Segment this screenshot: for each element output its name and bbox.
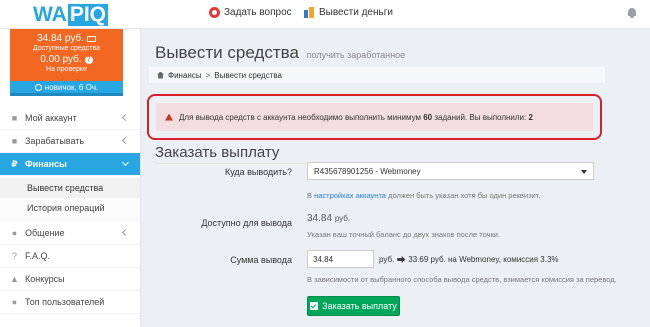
conversion-text: 33.69 руб. на Webmoney, комиссия 3.3% bbox=[408, 255, 559, 264]
page-title-text: Вывести средства bbox=[155, 43, 299, 62]
chevron-left-icon bbox=[121, 228, 130, 237]
sidebar-item-label: Мой аккаунт bbox=[25, 113, 77, 123]
sidebar: 34.84 руб. Доступные средства 0.00 руб. … bbox=[0, 29, 141, 327]
trophy-icon: ▲ bbox=[10, 273, 19, 284]
logo-text-piq: PIQ bbox=[67, 2, 108, 26]
chevron-left-icon bbox=[121, 136, 130, 145]
logo-text-wa: WA bbox=[32, 2, 67, 26]
balance-amount-row: 34.84 руб. bbox=[10, 33, 123, 44]
min-tasks-alert: Для вывода средств с аккаунта необходимо… bbox=[156, 103, 593, 131]
form-title: Заказать выплату bbox=[155, 144, 280, 161]
caret-down-icon bbox=[581, 170, 587, 174]
alert-min-tasks: 60 bbox=[423, 112, 433, 122]
chat-icon: ● bbox=[11, 227, 18, 238]
sidebar-item-label: Топ пользователей bbox=[25, 297, 105, 307]
ask-question-link[interactable]: Задать вопрос bbox=[209, 7, 292, 18]
sidebar-item-label: Финансы bbox=[25, 159, 67, 169]
conversion-info: руб. 33.69 руб. на Webmoney, комиссия 3.… bbox=[379, 255, 559, 264]
balance-box: 34.84 руб. Доступные средства 0.00 руб. … bbox=[10, 29, 123, 81]
available-help: Указан ваш точный баланс до двух знаков … bbox=[307, 230, 501, 239]
alert-done-tasks: 2 bbox=[528, 112, 533, 122]
briefcase-icon: ■ bbox=[11, 135, 18, 146]
warning-icon bbox=[165, 113, 173, 121]
sidebar-item-finance[interactable]: ₽ Финансы bbox=[0, 153, 140, 176]
breadcrumb-current: Вывести средства bbox=[214, 70, 282, 80]
page-title: Вывести средства получить заработанное bbox=[155, 43, 405, 63]
wallet-icon bbox=[304, 7, 315, 18]
breadcrumb-root[interactable]: Финансы bbox=[168, 71, 202, 80]
sidebar-item-faq[interactable]: ? F.A.Q. bbox=[0, 245, 140, 268]
sidebar-item-contests[interactable]: ▲ Конкурсы bbox=[0, 268, 140, 291]
help-icon[interactable]: ? bbox=[84, 55, 93, 64]
withdraw-money-label: Вывести деньги bbox=[319, 7, 393, 18]
rank-badge[interactable]: новичок, 6 Оч. bbox=[10, 81, 123, 96]
pending-caption: На проверке bbox=[46, 66, 87, 73]
ask-question-label: Задать вопрос bbox=[224, 7, 292, 18]
available-amount: 34.84 bbox=[307, 213, 333, 224]
destination-select[interactable]: R435678901256 - Webmoney bbox=[307, 162, 594, 180]
sidebar-item-label: Общение bbox=[25, 228, 65, 238]
users-icon: ● bbox=[11, 296, 18, 307]
sidebar-item-label: Конкурсы bbox=[25, 274, 65, 284]
pending-amount: 0.00 руб. bbox=[40, 54, 82, 65]
account-settings-link[interactable]: настройках аккаунта bbox=[314, 191, 386, 200]
amount-input[interactable]: 34.84 bbox=[307, 250, 374, 268]
alert-text: Для вывода средств с аккаунта необходимо… bbox=[179, 113, 533, 122]
user-icon: ■ bbox=[11, 112, 18, 123]
amount-help: В зависимости от выбранного способа выво… bbox=[307, 275, 617, 284]
question-icon: ? bbox=[11, 250, 17, 261]
available-unit: руб. bbox=[334, 214, 351, 223]
balance-caption: Доступные средства bbox=[33, 45, 100, 52]
sidebar-item-label: F.A.Q. bbox=[25, 251, 51, 261]
withdraw-money-link[interactable]: Вывести деньги bbox=[304, 7, 393, 18]
logo[interactable]: WA PIQ bbox=[0, 0, 141, 29]
sidebar-item-top-users[interactable]: ● Топ пользователей bbox=[0, 291, 140, 314]
balance-amount: 34.84 руб. bbox=[37, 33, 84, 44]
sidebar-item-label: Зарабатывать bbox=[25, 136, 85, 146]
rank-label: новичок, 6 Оч. bbox=[44, 82, 99, 92]
alert-text-before: Для вывода средств с аккаунта необходимо… bbox=[179, 112, 424, 122]
destination-label: Куда выводить? bbox=[224, 167, 292, 177]
amount-unit: руб. bbox=[379, 255, 395, 264]
home-icon bbox=[157, 71, 164, 79]
bell-icon[interactable] bbox=[627, 8, 637, 19]
destination-help-after: должен быть указан хотя бы один реквизит… bbox=[385, 191, 541, 200]
check-icon bbox=[310, 302, 319, 310]
sidebar-item-chat[interactable]: ● Общение bbox=[0, 222, 140, 245]
amount-label: Сумма вывода bbox=[230, 255, 292, 265]
sidebar-nav: ■ Мой аккаунт ■ Зарабатывать ₽ Финансы В… bbox=[0, 107, 140, 314]
available-value: 34.84 руб. bbox=[307, 213, 350, 224]
ruble-icon: ₽ bbox=[11, 158, 18, 169]
chevron-down-icon bbox=[121, 158, 130, 167]
sidebar-item-earn[interactable]: ■ Зарабатывать bbox=[0, 130, 140, 153]
destination-help: В настройках аккаунта должен быть указан… bbox=[307, 191, 540, 200]
available-label: Доступно для вывода bbox=[201, 218, 292, 228]
lifebuoy-icon bbox=[209, 7, 220, 18]
submenu-item-history[interactable]: История операций bbox=[0, 198, 140, 218]
main-content: Вывести средства получить заработанное Ф… bbox=[141, 29, 650, 327]
order-payout-button[interactable]: Заказать выплату bbox=[307, 296, 400, 316]
finance-submenu: Вывести средства История операций bbox=[0, 176, 140, 222]
circle-icon bbox=[34, 83, 42, 91]
destination-select-value: R435678901256 - Webmoney bbox=[314, 166, 421, 176]
alert-text-middle: заданий. Вы выполнили: bbox=[432, 112, 529, 122]
alert-highlight: Для вывода средств с аккаунта необходимо… bbox=[147, 94, 602, 140]
submenu-item-withdraw[interactable]: Вывести средства bbox=[0, 178, 140, 198]
order-payout-label: Заказать выплату bbox=[322, 301, 397, 311]
top-bar: WA PIQ Задать вопрос Вывести деньги bbox=[0, 0, 650, 29]
breadcrumb: Финансы > Вывести средства bbox=[149, 67, 605, 83]
arrow-right-icon bbox=[397, 256, 406, 263]
sidebar-item-my-account[interactable]: ■ Мой аккаунт bbox=[0, 107, 140, 130]
chevron-left-icon bbox=[121, 113, 130, 122]
cash-icon bbox=[86, 35, 96, 42]
pending-amount-row: 0.00 руб. ? bbox=[10, 54, 123, 65]
page-subtitle: получить заработанное bbox=[306, 50, 406, 60]
breadcrumb-separator: > bbox=[205, 70, 211, 80]
